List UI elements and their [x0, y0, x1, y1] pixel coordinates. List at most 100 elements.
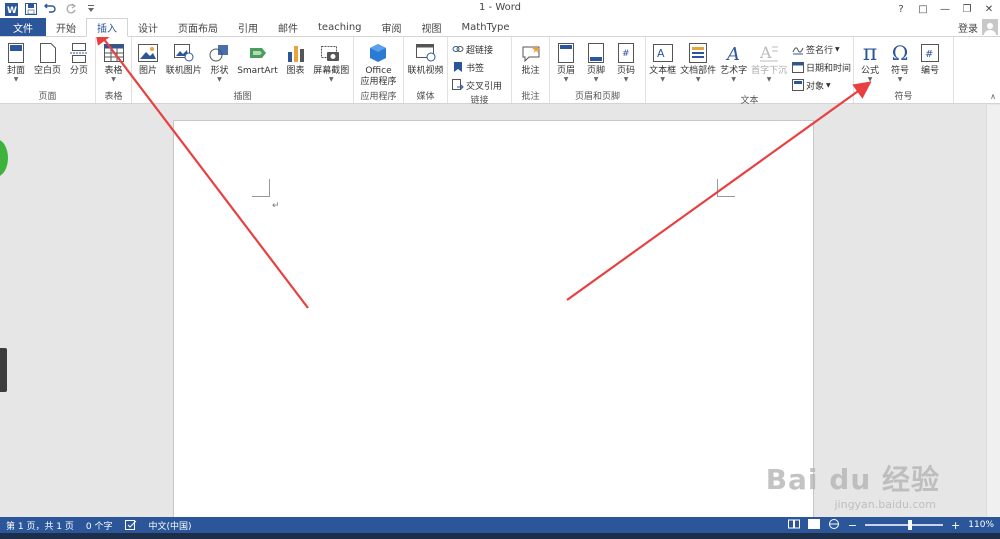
wordart-button[interactable]: A 艺术字 ▼ [719, 41, 748, 83]
page-count[interactable]: 第 1 页，共 1 页 [0, 519, 80, 532]
symbol-button[interactable]: Ω 符号 ▼ [886, 41, 914, 83]
chevron-down-icon: ▼ [731, 76, 736, 83]
group-label-illustrations: 插图 [233, 92, 252, 102]
screenshot-button[interactable]: 屏幕截图 ▼ [312, 41, 351, 83]
tab-home[interactable]: 开始 [46, 18, 86, 36]
redo-icon[interactable] [64, 2, 78, 16]
tab-insert[interactable]: 插入 [86, 18, 128, 37]
office-apps-button[interactable]: Office 应用程序 [358, 41, 398, 88]
cross-reference-icon [452, 79, 464, 91]
tab-page-layout[interactable]: 页面布局 [168, 18, 228, 36]
blank-page-button[interactable]: 空白页 [32, 41, 63, 77]
smartart-icon [247, 41, 269, 65]
group-label-symbols: 符号 [894, 92, 913, 102]
omega-icon: Ω [891, 41, 909, 65]
zoom-in-button[interactable]: + [951, 519, 960, 532]
group-symbols: π 公式 ▼ Ω 符号 ▼ # 编号 符号 [854, 37, 954, 103]
new-comment-button[interactable]: 批注 [517, 41, 545, 77]
bookmark-button[interactable]: 书签 [452, 59, 502, 75]
tab-review[interactable]: 审阅 [372, 18, 412, 36]
avatar[interactable] [982, 19, 998, 35]
table-button[interactable]: 表格 ▼ [100, 41, 128, 83]
chevron-down-icon: ▼ [217, 76, 222, 83]
tab-mathtype[interactable]: MathType [452, 18, 520, 36]
chevron-down-icon: ▼ [623, 76, 629, 83]
restore-button[interactable]: ❐ [956, 0, 978, 18]
tab-references[interactable]: 引用 [228, 18, 268, 36]
print-layout-icon[interactable] [807, 518, 820, 532]
quick-parts-button[interactable]: 文档部件 ▼ [679, 41, 717, 83]
zoom-out-button[interactable]: − [848, 519, 857, 532]
login-link[interactable]: 登录 [958, 20, 978, 35]
page-break-button[interactable]: 分页 [65, 41, 93, 77]
floating-assistant-icon[interactable] [0, 139, 8, 177]
dropcap-button[interactable]: A 首字下沉 ▼ [750, 41, 788, 83]
tab-view[interactable]: 视图 [412, 18, 452, 36]
textbox-button[interactable]: A 文本框 ▼ [648, 41, 677, 83]
undo-icon[interactable] [44, 2, 58, 16]
chevron-down-icon: ▼ [834, 45, 840, 53]
read-mode-icon[interactable] [787, 519, 800, 532]
group-text: A 文本框 ▼ 文档部件 ▼ A 艺术字 ▼ A 首字下沉 ▼ 签名行 ▼ 日期… [646, 37, 854, 106]
online-video-button[interactable]: 联机视频 [406, 41, 445, 77]
help-button[interactable]: ? [890, 0, 912, 18]
page-number-icon: # [615, 41, 637, 65]
zoom-slider[interactable] [865, 520, 944, 530]
save-icon[interactable] [24, 2, 38, 16]
page-number-button[interactable]: # 页码 ▼ [612, 41, 640, 83]
office-store-icon [367, 41, 389, 65]
title-bar: W 1 - Word ? □ — ❐ ✕ [0, 0, 1000, 18]
equation-button[interactable]: π 公式 ▼ [856, 41, 884, 83]
signature-line-button[interactable]: 签名行 ▼ [792, 41, 851, 57]
tab-teaching[interactable]: teaching [308, 18, 372, 36]
svg-text:A: A [759, 43, 772, 62]
zoom-level[interactable]: 110% [968, 520, 994, 530]
word-count[interactable]: 0 个字 [80, 519, 119, 532]
cross-reference-button[interactable]: 交叉引用 [452, 77, 502, 93]
group-apps: Office 应用程序 应用程序 [354, 37, 404, 103]
vertical-scrollbar[interactable] [986, 105, 1000, 517]
tab-file[interactable]: 文件 [0, 18, 46, 36]
zoom-slider-thumb[interactable] [907, 520, 912, 530]
chevron-down-icon: ▼ [766, 76, 772, 83]
close-button[interactable]: ✕ [978, 0, 1000, 18]
chart-button[interactable]: 图表 [282, 41, 310, 77]
customize-qat-icon[interactable] [84, 2, 98, 16]
table-icon [103, 41, 125, 65]
smartart-button[interactable]: SmartArt [235, 41, 279, 77]
number-button[interactable]: # 编号 [916, 41, 944, 77]
pi-icon: π [862, 40, 878, 66]
comment-icon [520, 41, 542, 65]
chevron-down-icon: ▼ [695, 76, 701, 83]
shapes-icon [208, 41, 230, 65]
footer-button[interactable]: 页脚 ▼ [582, 41, 610, 83]
hyperlink-button[interactable]: 超链接 [452, 41, 502, 57]
header-button[interactable]: 页眉 ▼ [552, 41, 580, 83]
dropcap-icon: A [758, 41, 780, 65]
object-button[interactable]: 对象 ▼ [791, 77, 851, 93]
side-panel-handle[interactable] [0, 348, 7, 392]
document-page[interactable]: ↵ [173, 120, 814, 517]
ribbon-display-options-button[interactable]: □ [912, 0, 934, 18]
language-indicator[interactable]: 中文(中国) [143, 519, 198, 532]
datetime-button[interactable]: 日期和时间 [791, 59, 851, 75]
picture-icon [137, 41, 159, 65]
shapes-button[interactable]: 形状 ▼ [205, 41, 233, 83]
online-picture-button[interactable]: 联机图片 [164, 41, 203, 77]
chevron-down-icon: ▼ [897, 76, 903, 83]
word-app-icon[interactable]: W [4, 2, 18, 16]
picture-button[interactable]: 图片 [134, 41, 162, 77]
svg-text:W: W [7, 6, 17, 16]
collapse-ribbon-icon[interactable]: ∧ [990, 92, 996, 101]
minimize-button[interactable]: — [934, 0, 956, 18]
web-layout-icon[interactable] [828, 518, 840, 532]
group-label-header-footer: 页眉和页脚 [574, 92, 620, 102]
tab-mailings[interactable]: 邮件 [268, 18, 308, 36]
watermark-logo: Bai du 经验 [765, 463, 940, 496]
proofing-icon[interactable] [119, 520, 143, 530]
wordart-icon: A [723, 41, 745, 65]
tab-design[interactable]: 设计 [128, 18, 168, 36]
ribbon-tabs: 文件 开始 插入 设计 页面布局 引用 邮件 teaching 审阅 视图 Ma… [0, 18, 1000, 37]
chevron-down-icon: ▼ [563, 76, 569, 83]
cover-page-button[interactable]: 封面 ▼ [2, 41, 30, 83]
